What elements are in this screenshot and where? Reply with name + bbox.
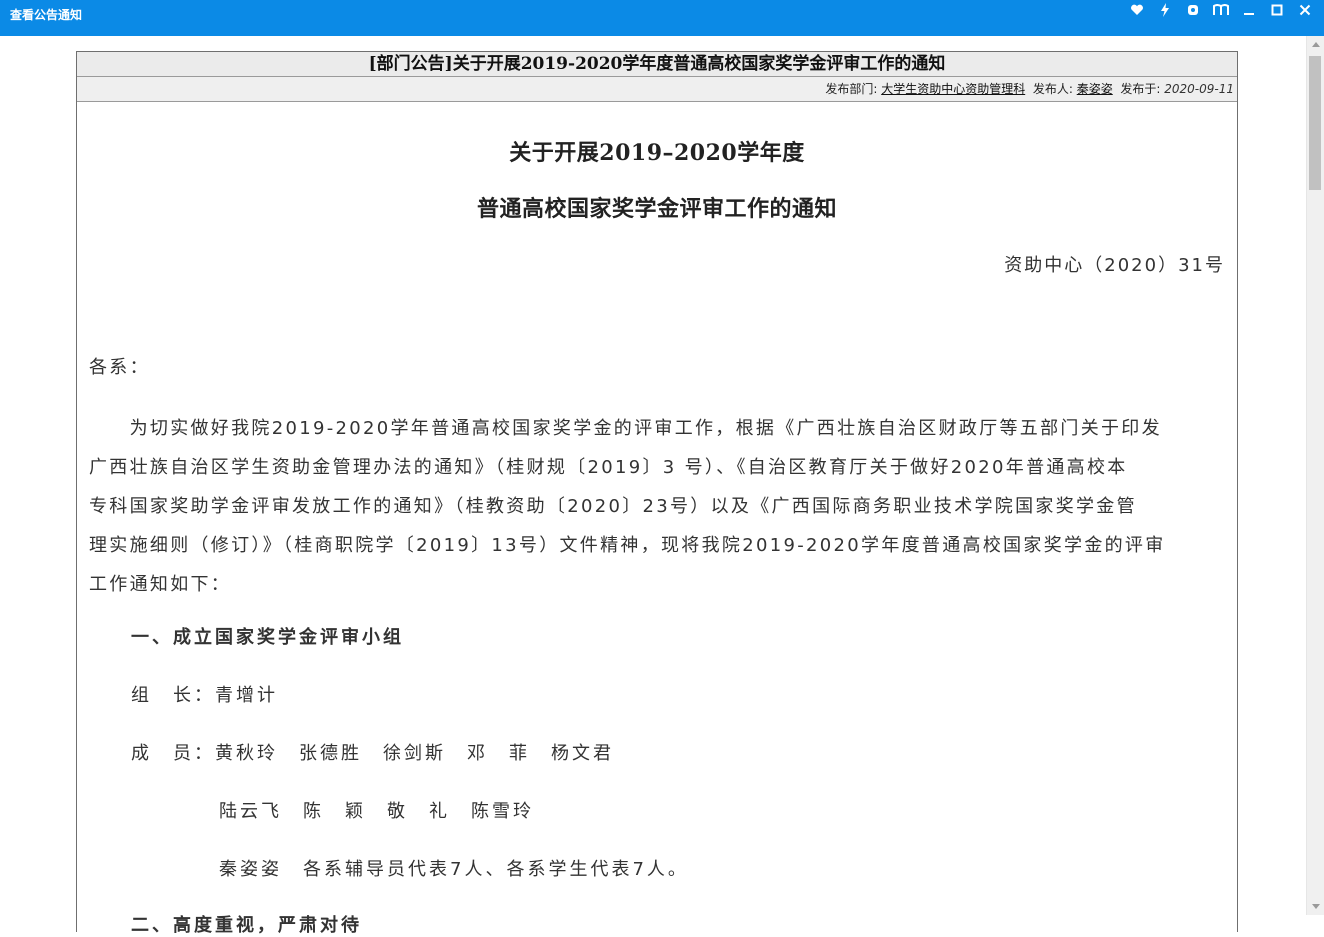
members-line-2: 陆云飞 陈 颖 敬 礼 陈雪玲 (219, 801, 534, 822)
notice-body: 关于开展2019–2020学年度 普通高校国家奖学金评审工作的通知 资助中心（2… (77, 135, 1237, 937)
vertical-scrollbar[interactable] (1306, 36, 1324, 915)
date-label: 发布于: (1120, 82, 1161, 96)
paragraph-line: 工作通知如下： (89, 574, 232, 595)
maximize-icon[interactable] (1264, 0, 1290, 20)
salutation: 各系： (89, 357, 150, 378)
paragraph-line: 理实施细则（修订）》（桂商职院学〔2019〕13号）文件精神，现将我院2019-… (89, 535, 1166, 556)
paragraph-block: 为切实做好我院2019-2020学年普通高校国家奖学金的评审工作，根据《广西壮族… (89, 409, 1225, 604)
paragraph-line: 专科国家奖助学金评审发放工作的通知》（桂教资助〔2020〕23号）以及《广西国际… (89, 496, 1137, 517)
lightning-icon[interactable] (1152, 0, 1178, 20)
paragraph-line: 广西壮族自治区学生资助金管理办法的通知》（桂财规〔2019〕3 号）、《自治区教… (89, 457, 1128, 478)
dept-label: 发布部门: (825, 82, 878, 96)
notice-meta: 发布部门: 大学生资助中心资助管理科 发布人: 秦姿姿 发布于: 2020-09… (77, 77, 1237, 102)
notice-title-line2: 普通高校国家奖学金评审工作的通知 (476, 196, 837, 222)
scroll-up-arrow-icon[interactable] (1307, 36, 1324, 53)
members-line-3: 秦姿姿 各系辅导员代表7人、各系学生代表7人。 (219, 859, 689, 880)
reader-icon[interactable] (1208, 0, 1234, 20)
settings-icon[interactable] (1180, 0, 1206, 20)
publish-date: 2020-09-11 (1164, 82, 1234, 96)
members-line-1: 成 员：黄秋玲 张德胜 徐剑斯 邓 菲 杨文君 (131, 743, 614, 764)
close-icon[interactable] (1292, 0, 1318, 20)
section-heading-1: 一、成立国家奖学金评审小组 (131, 627, 404, 648)
window-title: 查看公告通知 (10, 7, 83, 22)
dept-link[interactable]: 大学生资助中心资助管理科 (881, 82, 1025, 96)
window-titlebar: 查看公告通知 (0, 0, 1324, 36)
notice-header-title: [部门公告]关于开展2019-2020学年度普通高校国家奖学金评审工作的通知 (77, 52, 1237, 77)
publisher-label: 发布人: (1032, 82, 1073, 96)
paragraph-line: 为切实做好我院2019-2020学年普通高校国家奖学金的评审工作，根据《广西壮族… (89, 418, 1162, 439)
publisher-link[interactable]: 秦姿姿 (1077, 82, 1113, 96)
leader-line: 组 长：青增计 (131, 685, 278, 706)
minimize-icon[interactable] (1236, 0, 1262, 20)
window-controls (1124, 0, 1318, 20)
scroll-down-arrow-icon[interactable] (1307, 898, 1324, 915)
notice-document: [部门公告]关于开展2019-2020学年度普通高校国家奖学金评审工作的通知 发… (76, 51, 1238, 936)
scroll-thumb[interactable] (1309, 56, 1321, 190)
document-number: 资助中心（2020）31号 (1004, 255, 1225, 276)
notice-title-line1: 关于开展2019–2020学年度 (509, 140, 805, 166)
heart-icon[interactable] (1124, 0, 1150, 20)
